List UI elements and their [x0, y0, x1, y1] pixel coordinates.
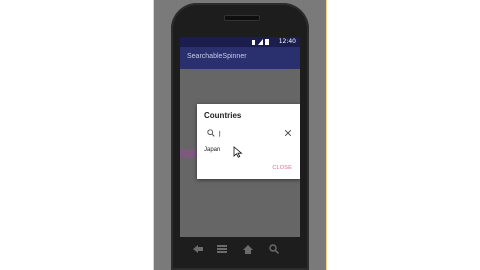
- phone-frame: 12:40 SearchableSpinner Countries Japan …: [171, 3, 309, 270]
- mouse-pointer-icon: [233, 146, 243, 158]
- phone-speaker: [224, 15, 260, 21]
- status-bar: 12:40: [180, 37, 300, 47]
- status-time: 12:40: [278, 38, 296, 45]
- back-icon[interactable]: [191, 243, 205, 255]
- signal-battery-icon: [252, 39, 269, 45]
- menu-icon[interactable]: [215, 243, 229, 255]
- countries-dialog: Countries Japan CLOSE: [197, 104, 300, 179]
- right-guide-line: [326, 0, 327, 270]
- dialog-title: Countries: [204, 111, 242, 120]
- close-icon[interactable]: [284, 129, 292, 137]
- app-title: SearchableSpinner: [187, 53, 247, 60]
- search-row: [204, 126, 294, 140]
- hardware-navbar: [171, 241, 309, 261]
- app-bar: SearchableSpinner: [180, 47, 300, 69]
- home-icon[interactable]: [241, 243, 255, 255]
- search-icon: [207, 129, 215, 137]
- search-key-icon[interactable]: [267, 243, 281, 255]
- device-screen: 12:40 SearchableSpinner Countries Japan …: [180, 37, 300, 237]
- list-item[interactable]: Japan: [204, 147, 220, 153]
- search-input[interactable]: [219, 126, 279, 140]
- close-button[interactable]: CLOSE: [272, 165, 292, 171]
